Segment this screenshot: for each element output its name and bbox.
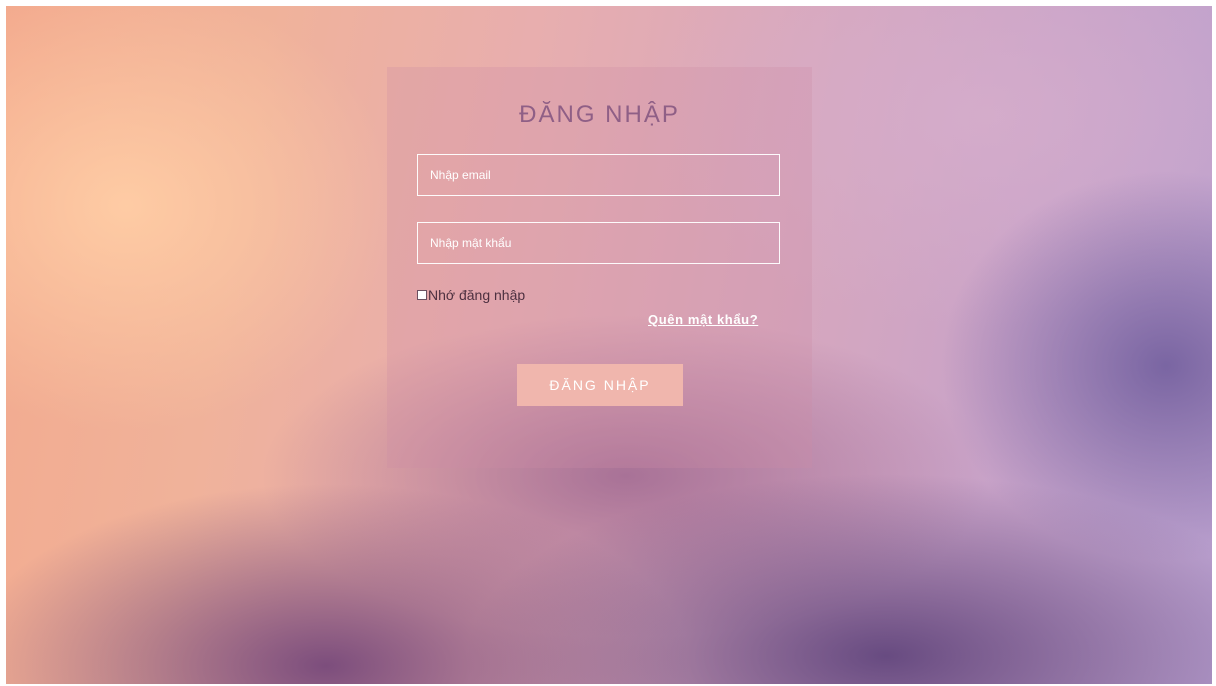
background: ĐĂNG NHẬP Nhớ đăng nhập Quên mật khẩu? Đ…: [6, 6, 1212, 684]
password-input[interactable]: [417, 222, 780, 264]
login-card: ĐĂNG NHẬP Nhớ đăng nhập Quên mật khẩu? Đ…: [387, 67, 812, 468]
remember-me[interactable]: Nhớ đăng nhập: [417, 287, 525, 303]
remember-checkbox[interactable]: [417, 290, 427, 300]
forgot-password-link[interactable]: Quên mật khẩu?: [648, 312, 758, 327]
remember-label: Nhớ đăng nhập: [428, 287, 526, 303]
login-title: ĐĂNG NHẬP: [519, 101, 680, 128]
email-input[interactable]: [417, 154, 780, 196]
login-button[interactable]: ĐĂNG NHẬP: [517, 364, 683, 406]
